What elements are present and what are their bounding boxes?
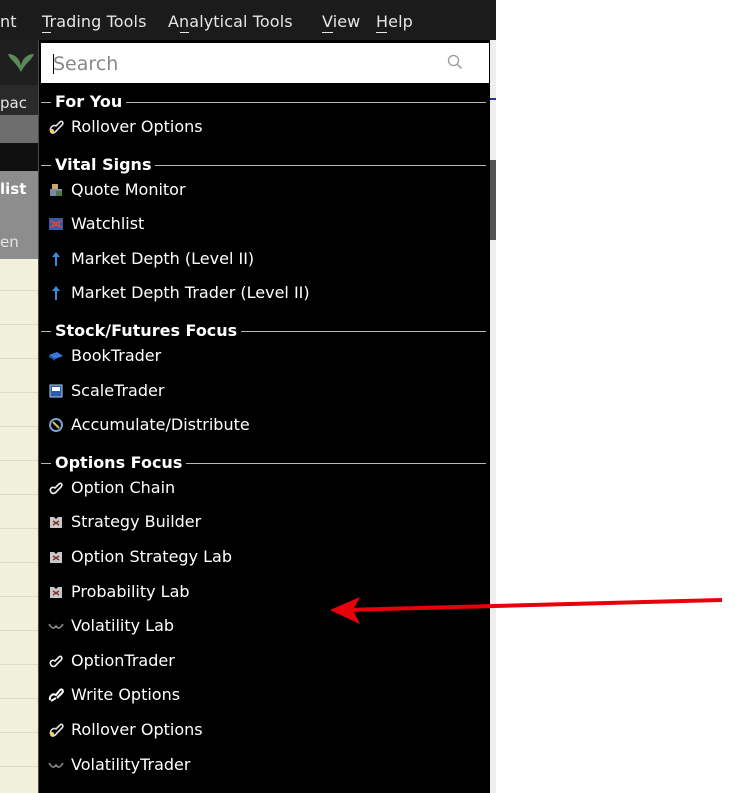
background-label: en: [0, 233, 19, 251]
menu-item[interactable]: Option Chain: [47, 475, 477, 501]
menu-item[interactable]: Probability Lab: [47, 579, 477, 605]
background-row-divider: [0, 460, 40, 461]
menu-item-label: Market Depth (Level II): [71, 248, 255, 268]
option-chain-icon: [49, 482, 63, 494]
background-app-panel: pac list en: [0, 40, 40, 793]
rollover-icon: [49, 723, 64, 737]
write-options-icon: [48, 688, 64, 703]
scaletrader-icon: [49, 384, 63, 398]
rollover-icon: [49, 120, 64, 134]
menu-item[interactable]: OptionTrader: [47, 648, 477, 674]
background-row-divider: [0, 630, 40, 631]
tab-band: [0, 143, 40, 171]
menu-item-help[interactable]: Help: [376, 12, 413, 31]
menu-item-analytical-tools[interactable]: Analytical Tools: [168, 12, 293, 31]
background-row-divider: [0, 324, 40, 325]
menu-item-label: OptionTrader: [71, 650, 175, 670]
menu-item[interactable]: Strategy Builder: [47, 509, 477, 535]
menu-item-trading-tools[interactable]: Trading Tools: [42, 12, 147, 31]
menu-item-account[interactable]: nt: [0, 12, 17, 31]
strategy-icon: [50, 586, 62, 598]
section-header: Vital Signs: [41, 154, 486, 175]
menu-item[interactable]: Option Strategy Lab: [47, 544, 477, 570]
menu-item[interactable]: BookTrader: [47, 343, 477, 369]
menu-item[interactable]: Write Options: [47, 682, 477, 708]
background-row-divider: [0, 290, 40, 291]
background-row-divider: [0, 766, 40, 767]
market-depth-icon: [52, 251, 60, 266]
text-caret: [53, 54, 54, 74]
menu-item[interactable]: ScaleTrader: [47, 378, 477, 404]
menu-item-label: Watchlist: [71, 214, 145, 234]
menu-item-label: Write Options: [71, 685, 181, 705]
menu-item-view[interactable]: View: [322, 12, 360, 31]
background-label: pac: [0, 94, 27, 112]
menu-item[interactable]: Rollover Options: [47, 717, 477, 743]
menu-item-label: BookTrader: [71, 346, 162, 365]
background-row-divider: [0, 358, 40, 359]
background-label: list: [0, 180, 27, 198]
volatility-icon: [48, 762, 64, 768]
menu-item[interactable]: Market Depth (Level II): [47, 246, 477, 272]
watchlist-icon: [49, 218, 63, 231]
background-row-divider: [0, 494, 40, 495]
toolbar-band: [0, 115, 40, 143]
background-row-divider: [0, 596, 40, 597]
section-label: Vital Signs: [51, 154, 156, 175]
leaf-logo-icon: [8, 54, 34, 72]
section-label: For You: [51, 92, 127, 112]
background-row-divider: [0, 698, 40, 699]
strategy-icon: [50, 552, 62, 563]
menu-item-label: Quote Monitor: [71, 179, 186, 199]
menu-item-label: Volatility Lab: [71, 616, 175, 636]
quote-monitor-icon: [50, 183, 62, 196]
background-row-divider: [0, 528, 40, 529]
strategy-icon: [50, 517, 62, 529]
section-header: For You: [41, 92, 486, 112]
menu-item-label: ScaleTrader: [71, 380, 165, 400]
booktrader-icon: [49, 352, 63, 361]
accumulate-icon: [49, 418, 63, 433]
menu-item-label: Market Depth Trader (Level II): [71, 283, 310, 303]
menu-item[interactable]: Market Depth Trader (Level II): [47, 280, 477, 306]
menu-item[interactable]: Volatility Lab: [47, 613, 477, 639]
section-header: Stock/Futures Focus: [41, 321, 486, 341]
menu-item[interactable]: Accumulate/Distribute: [47, 412, 477, 438]
section-label: Stock/Futures Focus: [51, 321, 242, 341]
menu-item-label: Option Strategy Lab: [71, 547, 232, 566]
menu-item-label: VolatilityTrader: [71, 754, 191, 774]
trading-tools-dropdown: For You Rollover Options Vital Signs Quote …: [38, 40, 490, 793]
menu-item-label: Rollover Options: [71, 720, 203, 739]
background-row-divider: [0, 392, 40, 393]
menu-item-label: Accumulate/Distribute: [71, 415, 250, 435]
menu-item-label: Option Chain: [71, 477, 176, 497]
background-row-divider: [0, 664, 40, 665]
volatility-icon: [48, 623, 64, 629]
menu-item[interactable]: Watchlist: [47, 211, 477, 237]
menu-item[interactable]: Quote Monitor: [47, 177, 477, 203]
menu-item[interactable]: Rollover Options: [47, 114, 477, 140]
background-row-divider: [0, 732, 40, 733]
search-input[interactable]: [53, 52, 433, 76]
menu-item[interactable]: VolatilityTrader: [47, 752, 477, 778]
menu-item-label: Rollover Options: [71, 117, 203, 136]
search-box: [41, 43, 489, 83]
market-depth-icon: [52, 286, 60, 301]
section-label: Options Focus: [51, 452, 187, 473]
menu-item-label: Probability Lab: [71, 581, 190, 601]
background-row-divider: [0, 562, 40, 563]
search-icon[interactable]: [447, 54, 463, 70]
menu-item-label: Strategy Builder: [71, 512, 202, 532]
background-row-divider: [0, 426, 40, 427]
menu-bar: nt Trading Tools Analytical Tools View H…: [0, 0, 496, 40]
option-chain-icon: [49, 655, 63, 667]
section-header: Options Focus: [41, 452, 486, 473]
